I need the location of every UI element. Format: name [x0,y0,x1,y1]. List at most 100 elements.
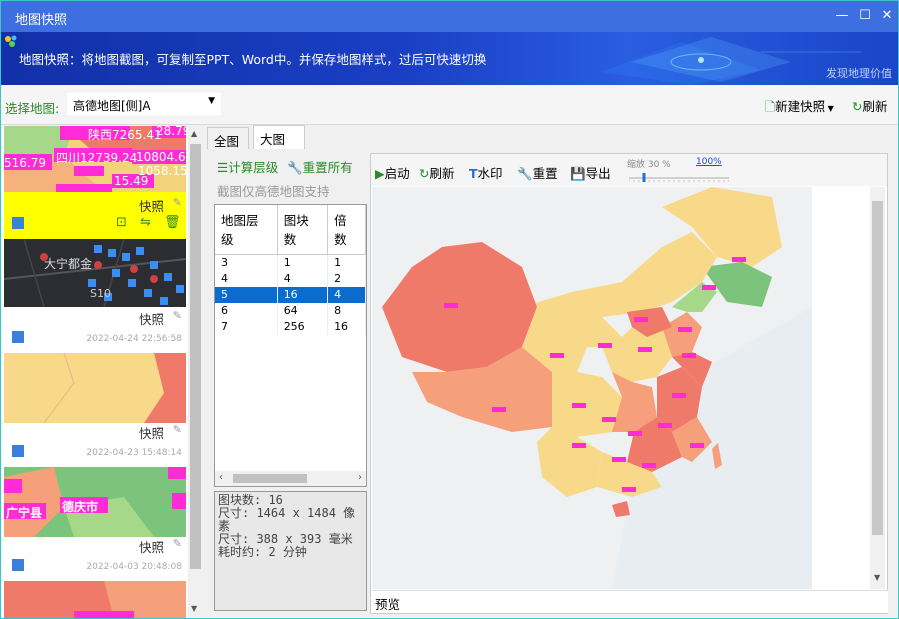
pencil-icon[interactable]: ✎ [173,537,182,550]
wrench-icon: 🔧 [517,166,533,181]
title-bar[interactable]: 地图快照 — ☐ ✕ [1,1,898,32]
chevron-down-icon: ▼ [208,96,215,106]
table-row[interactable]: 6 64 8 [215,302,366,319]
cell: 3 [215,254,278,271]
zoom-screen-icon[interactable]: ⊡ [116,215,127,230]
reset-button[interactable]: 🔧重置 [517,163,558,182]
scroll-down-icon[interactable]: ▼ [874,573,880,582]
scrollbar-thumb[interactable] [233,474,307,483]
column-header[interactable]: 倍数 [327,205,366,255]
snapshot-thumbnail [4,353,186,423]
scroll-down-icon[interactable]: ▼ [191,604,197,613]
scroll-right-icon[interactable]: › [358,472,362,483]
snapshot-item[interactable] [4,581,186,618]
calc-level-button[interactable]: ☰计算层级 [217,157,278,176]
text-icon: T [469,166,478,181]
banner-slogan: 发现地理价值 [826,67,892,80]
wrench-icon: 🔧 [287,160,303,175]
new-snapshot-button[interactable]: 🗋新建快照 ▼ [765,96,834,119]
snapshot-list[interactable]: 陕西7265.41 28.79 四川12739.24 10804.66 516.… [2,126,203,618]
map-scrollbar[interactable]: ▼ [870,187,885,589]
cell: 1 [327,254,366,271]
pencil-icon[interactable]: ✎ [173,423,182,436]
level-table[interactable]: 地图层级 图块数 倍数 311 442 5 16 4 6 64 8 7 256 16 ‹ › [214,204,367,487]
window-title: 地图快照 [15,13,68,28]
reset-all-button[interactable]: 🔧重置所有 [287,157,353,176]
table-row[interactable]: 311 [215,254,366,271]
minimize-button[interactable]: — [833,7,851,25]
refresh-label: 刷新 [862,99,888,114]
map-icon [12,331,24,343]
tab-full-map[interactable]: 全图 [207,127,249,149]
select-map-label: 选择地图: [5,101,60,116]
map-select-value: 高德地图[侧]A [73,99,151,113]
refresh-button[interactable]: ↻刷新 [852,96,888,115]
preview-bar: 预览 [372,590,888,613]
table-row-selected[interactable]: 5 16 4 [215,286,366,303]
snapshot-date: 2022-04-23 15:48:14 [86,448,182,458]
map-panel: ▶启动 ↻刷新 T水印 🔧重置 💾导出 缩放 30 % 100% ▼ 预览 [370,153,888,614]
pencil-icon[interactable]: ✎ [173,309,182,322]
zoom-label: 缩放 30 % [627,160,671,170]
scrollbar-thumb[interactable] [872,201,883,535]
pencil-icon[interactable]: ✎ [173,196,182,209]
china-map[interactable] [372,187,812,589]
map-icon [12,559,24,571]
map-select[interactable]: 高德地图[侧]A ▼ [67,93,221,115]
banner-text: 地图快照：将地图截图，可复制至PPT、Word中。并保存地图样式，过后可快速切换 [19,52,487,67]
zoom-slider[interactable] [629,172,729,182]
list-icon: ☰ [217,160,229,175]
maximize-button[interactable]: ☐ [856,7,874,25]
table-row[interactable]: 7 256 16 [215,318,366,335]
snapshot-name[interactable]: 快照 [139,309,164,328]
start-button[interactable]: ▶启动 [375,163,410,182]
thumb-label: 四川12739.24 [56,151,138,165]
cell: 5 [215,286,278,303]
column-header[interactable]: 地图层级 [215,205,278,255]
scroll-left-icon[interactable]: ‹ [219,472,223,483]
snapshot-name[interactable]: 快照 [139,537,164,556]
snapshot-item[interactable]: 大宁都金 S10 快照 ✎ 2022-04-24 22:56:58 [4,239,186,353]
cell: 2 [327,270,366,287]
snapshot-item[interactable]: 快照 ✎ 2022-04-23 15:48:14 [4,353,186,467]
snapshot-name[interactable]: 快照 [139,196,164,215]
scrollbar-thumb[interactable] [190,144,201,569]
slider-knob [642,173,646,182]
app-window: 地图快照 — ☐ ✕ 地图快照：将地图截图，可复制至PPT、Word中。并保存地… [0,0,899,619]
export-button[interactable]: 💾导出 [570,163,611,182]
level-panel: ☰计算层级 🔧重置所有 截图仅高德地图支持 地图层级 图块数 倍数 311 44… [207,149,367,614]
reset-label: 重置 [532,166,558,181]
cell: 16 [277,286,329,303]
snapshot-thumbnail: 广宁县 德庆市 [4,467,186,537]
table-hscrollbar[interactable]: ‹ › [215,471,366,486]
new-snapshot-label: 新建快照 [775,99,826,114]
trash-icon[interactable]: 🗑 [164,215,181,230]
china-map-svg[interactable] [372,187,812,589]
close-button[interactable]: ✕ [878,7,896,25]
switch-icon[interactable]: ⇋ [140,215,151,230]
cell: 256 [277,318,329,335]
snapshot-item[interactable]: 广宁县 德庆市 快照 ✎ 2022-04-03 20:48:08 [4,467,186,581]
snapshot-name[interactable]: 快照 [139,423,164,442]
play-icon: ▶ [375,166,385,181]
snapshot-list-scrollbar[interactable]: ▲ ▼ [188,126,203,618]
cell: 7 [215,318,278,335]
column-header[interactable]: 图块数 [277,205,329,255]
cell: 4 [277,270,329,287]
zoom-100-link[interactable]: 100% [696,157,722,167]
tab-large-map[interactable]: 大图 [253,125,305,149]
thumb-label: 广宁县 [6,506,43,520]
cell: 8 [327,302,366,319]
scroll-up-icon[interactable]: ▲ [191,129,197,138]
watermark-label: 水印 [477,166,503,181]
snapshot-item[interactable]: 陕西7265.41 28.79 四川12739.24 10804.66 516.… [4,126,186,239]
start-label: 启动 [384,166,410,181]
watermark-button[interactable]: T水印 [469,163,503,182]
cell: 4 [327,286,366,303]
snapshot-date: 2022-04-03 20:48:08 [86,562,182,572]
map-icon [12,217,24,229]
thumb-label: 516.79 [4,156,46,170]
map-refresh-button[interactable]: ↻刷新 [419,163,455,182]
table-row[interactable]: 442 [215,270,366,287]
map-refresh-label: 刷新 [429,166,455,181]
